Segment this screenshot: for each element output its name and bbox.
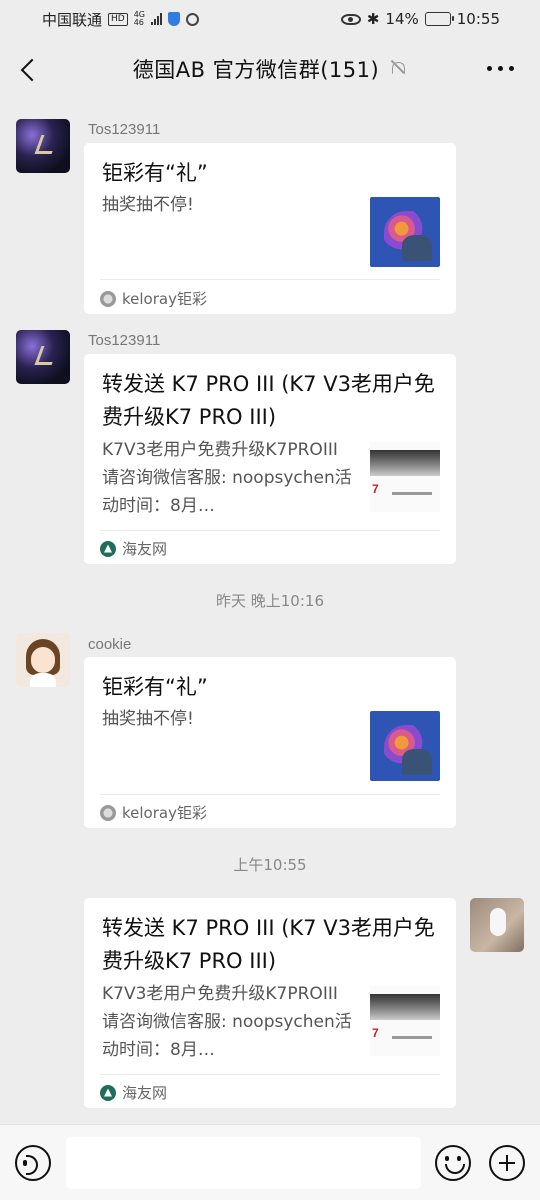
status-right: ✱ 14% 10:55 bbox=[340, 10, 500, 28]
card-thumbnail bbox=[370, 711, 440, 781]
bell-mute-icon bbox=[389, 60, 407, 78]
network-bottom: 46 bbox=[133, 18, 144, 27]
clock: 10:55 bbox=[456, 10, 500, 28]
voice-icon[interactable] bbox=[15, 1145, 51, 1181]
sender-name: Tos123911 bbox=[88, 332, 161, 349]
chat-header: 德国AB 官方微信群(151) bbox=[0, 38, 540, 100]
card-description: K7V3老用户免费升级K7PROIII请咨询微信客服: noopsychen活动… bbox=[102, 440, 352, 516]
card-divider bbox=[100, 279, 440, 280]
source-name: 海友网 bbox=[122, 1084, 168, 1102]
card-source: keloray钜彩 bbox=[100, 802, 207, 823]
network-type: 4G 46 bbox=[134, 11, 145, 27]
more-dots-icon[interactable] bbox=[487, 66, 514, 71]
link-card[interactable]: 钜彩有“礼” 抽奖抽不停! keloray钜彩 bbox=[84, 143, 456, 314]
card-title: 钜彩有“礼” bbox=[102, 675, 208, 699]
link-card[interactable]: 转发送 K7 PRO III (K7 V3老用户免费升级K7 PRO III) … bbox=[84, 898, 456, 1108]
carrier-label: 中国联通 bbox=[42, 10, 103, 29]
card-thumbnail: 7 bbox=[370, 442, 440, 512]
eye-icon bbox=[340, 13, 361, 25]
card-divider bbox=[100, 1074, 440, 1075]
shield-icon bbox=[168, 12, 181, 26]
source-name: keloray钜彩 bbox=[122, 804, 207, 822]
card-description: 抽奖抽不停! bbox=[102, 709, 194, 729]
card-divider bbox=[100, 530, 440, 531]
emoji-icon[interactable] bbox=[435, 1145, 471, 1181]
input-bar bbox=[0, 1124, 540, 1200]
card-title: 转发送 K7 PRO III (K7 V3老用户免费升级K7 PRO III) bbox=[102, 372, 435, 429]
time-separator: 昨天 晚上10:16 bbox=[216, 592, 324, 610]
time-separator: 上午10:55 bbox=[233, 856, 307, 874]
card-description: 抽奖抽不停! bbox=[102, 195, 194, 215]
link-card[interactable]: 转发送 K7 PRO III (K7 V3老用户免费升级K7 PRO III) … bbox=[84, 354, 456, 564]
title-wrap: 德国AB 官方微信群(151) bbox=[0, 38, 540, 100]
haiyou-logo-icon bbox=[100, 1084, 116, 1101]
card-source: 海友网 bbox=[100, 538, 167, 559]
hd-badge: HD bbox=[108, 12, 128, 26]
battery-percent: 14% bbox=[385, 10, 419, 28]
card-description: K7V3老用户免费升级K7PROIII请咨询微信客服: noopsychen活动… bbox=[102, 984, 352, 1060]
avatar[interactable] bbox=[16, 330, 70, 384]
battery-icon bbox=[424, 12, 454, 26]
sender-name: Tos123911 bbox=[88, 121, 161, 138]
avatar[interactable] bbox=[16, 633, 70, 687]
signal-icon bbox=[151, 13, 163, 25]
message-input[interactable] bbox=[66, 1137, 421, 1189]
source-name: 海友网 bbox=[122, 540, 168, 558]
keloray-logo-icon bbox=[100, 804, 116, 821]
card-source: 海友网 bbox=[100, 1082, 167, 1103]
card-title: 钜彩有“礼” bbox=[102, 161, 208, 185]
avatar-self[interactable] bbox=[470, 898, 524, 952]
card-source: keloray钜彩 bbox=[100, 288, 207, 309]
keloray-logo-icon bbox=[100, 290, 116, 307]
status-left: 中国联通 HD 4G 46 bbox=[42, 9, 200, 30]
card-divider bbox=[100, 794, 440, 795]
bluetooth-icon: ✱ bbox=[366, 10, 380, 28]
plus-icon[interactable] bbox=[489, 1145, 525, 1181]
avatar[interactable] bbox=[16, 119, 70, 173]
chat-title[interactable]: 德国AB 官方微信群(151) bbox=[133, 54, 379, 84]
source-name: keloray钜彩 bbox=[122, 290, 207, 308]
haiyou-logo-icon bbox=[100, 540, 116, 557]
sync-icon bbox=[186, 12, 200, 26]
card-title: 转发送 K7 PRO III (K7 V3老用户免费升级K7 PRO III) bbox=[102, 916, 435, 973]
link-card[interactable]: 钜彩有“礼” 抽奖抽不停! keloray钜彩 bbox=[84, 657, 456, 828]
status-bar: 中国联通 HD 4G 46 ✱ 14% 10:55 bbox=[0, 0, 540, 38]
card-thumbnail bbox=[370, 197, 440, 267]
sender-name: cookie bbox=[88, 636, 132, 653]
card-thumbnail: 7 bbox=[370, 986, 440, 1056]
